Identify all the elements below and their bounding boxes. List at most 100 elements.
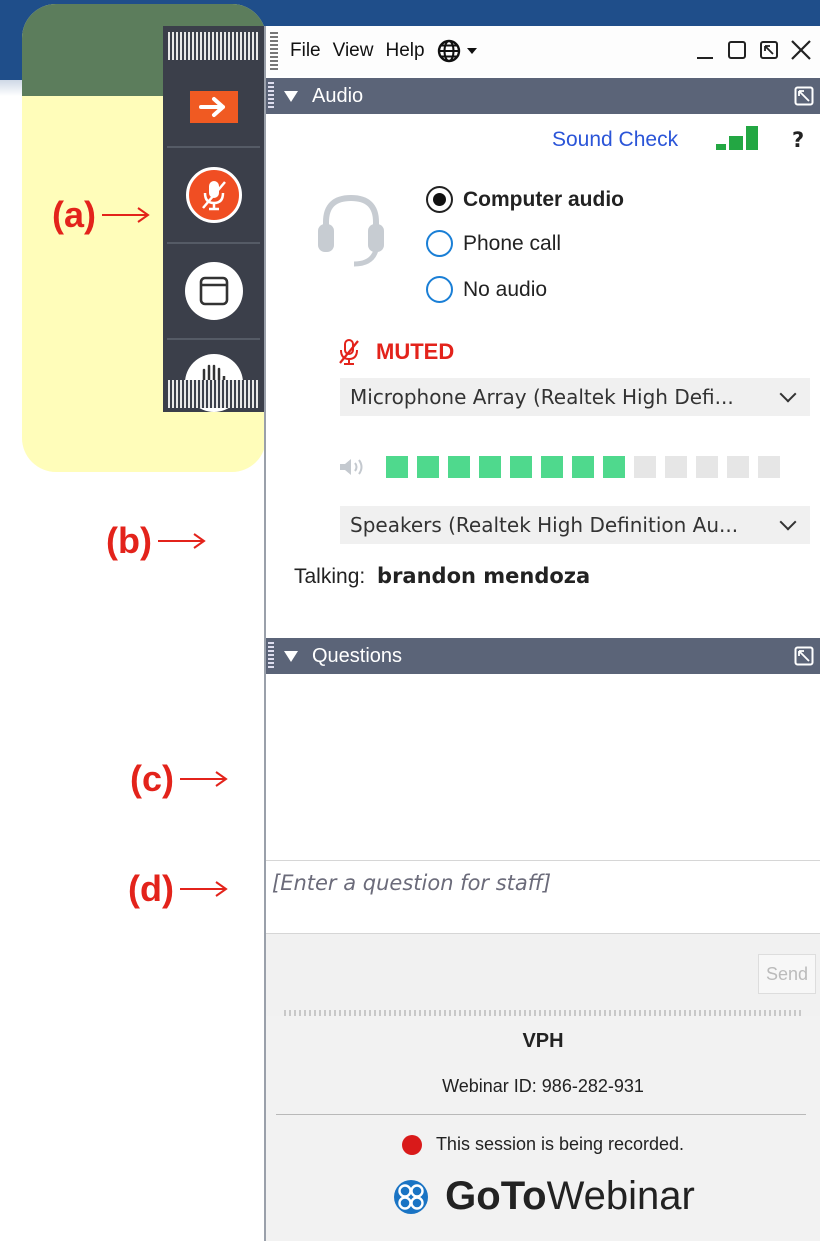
phone-call-label: Phone call — [463, 231, 562, 255]
radio-no-audio[interactable] — [426, 276, 453, 303]
question-input[interactable]: [Enter a question for staff] — [266, 860, 820, 934]
annotation-d-label: (d) — [128, 868, 174, 909]
annotation-c: (c) — [130, 758, 230, 800]
questions-section-header[interactable]: Questions — [266, 638, 820, 674]
caret-down-icon — [466, 48, 477, 54]
volume-bar — [479, 456, 501, 478]
maximize-icon — [728, 41, 746, 59]
volume-bar — [386, 456, 408, 478]
window-icon — [199, 276, 228, 306]
volume-bar — [603, 456, 625, 478]
radio-computer-audio[interactable] — [426, 186, 453, 213]
section-grip[interactable] — [268, 82, 274, 110]
volume-bar — [696, 456, 718, 478]
annotation-b-label: (b) — [106, 520, 152, 561]
language-menu[interactable] — [437, 38, 477, 64]
volume-bar — [758, 456, 780, 478]
minimize-icon — [697, 57, 713, 59]
webinar-id: Webinar ID: 986-282-931 — [442, 1076, 644, 1096]
sound-check-link[interactable]: Sound Check — [552, 128, 678, 152]
collapse-panel-button[interactable] — [163, 68, 264, 146]
gotowebinar-logo: GoTo Webinar — [266, 1174, 820, 1219]
send-button[interactable]: Send — [758, 954, 816, 994]
grab-tab — [163, 26, 264, 412]
screen-view-button[interactable] — [163, 244, 264, 338]
volume-bar — [634, 456, 656, 478]
no-audio-option[interactable]: No audio — [426, 276, 547, 303]
microphone-select[interactable]: Microphone Array (Realtek High Defi... — [340, 378, 810, 416]
section-popout-icon[interactable] — [794, 86, 814, 106]
speaker-icon — [340, 459, 363, 475]
audio-section-title: Audio — [312, 84, 364, 107]
chevron-down-icon — [779, 385, 797, 403]
talking-name: brandon mendoza — [377, 564, 591, 588]
section-popout-icon[interactable] — [794, 646, 814, 666]
menu-help[interactable]: Help — [385, 40, 424, 62]
questions-log — [266, 674, 820, 860]
audio-section-header[interactable]: Audio — [266, 78, 820, 114]
headset-icon — [318, 194, 384, 267]
control-panel: File View Help Audio Sound Check ? Compu… — [264, 26, 820, 1241]
microphone-muted-icon — [339, 339, 359, 365]
close-button[interactable] — [790, 36, 812, 62]
grab-tab-grip-bottom[interactable] — [168, 380, 258, 408]
speaker-volume-meter — [338, 456, 780, 478]
computer-audio-label: Computer audio — [463, 187, 624, 211]
popout-icon — [760, 41, 778, 59]
volume-bar — [448, 456, 470, 478]
collapse-triangle-icon[interactable] — [284, 650, 298, 662]
recording-notice: This session is being recorded. — [266, 1134, 820, 1155]
computer-audio-option[interactable]: Computer audio — [426, 186, 624, 213]
volume-bar — [727, 456, 749, 478]
volume-level-bars — [386, 456, 780, 478]
annotation-b: (b) — [106, 520, 208, 562]
arrow-right-icon — [157, 533, 206, 549]
annotation-c-label: (c) — [130, 758, 174, 799]
mute-status: MUTED — [338, 338, 454, 366]
questions-section-title: Questions — [312, 644, 403, 667]
session-footer: VPH Webinar ID: 986-282-931 This session… — [266, 1016, 820, 1241]
menubar: File View Help — [266, 26, 820, 76]
section-grip[interactable] — [268, 642, 274, 670]
brand-goto: GoTo — [445, 1174, 547, 1218]
brand-webinar: Webinar — [546, 1174, 695, 1218]
talking-label: Talking: — [294, 565, 366, 588]
annotation-d: (d) — [128, 868, 230, 910]
arrow-right-icon — [179, 881, 228, 897]
recording-text: This session is being recorded. — [435, 1134, 685, 1154]
annotation-a-label: (a) — [52, 194, 96, 235]
microphone-muted-icon — [201, 181, 226, 211]
volume-bar — [665, 456, 687, 478]
phone-call-option[interactable]: Phone call — [426, 230, 561, 257]
volume-bar — [510, 456, 532, 478]
microphone-select-value: Microphone Array (Realtek High Defi... — [350, 385, 734, 409]
radio-phone-call[interactable] — [426, 230, 453, 257]
close-icon — [791, 40, 811, 60]
maximize-button[interactable] — [726, 36, 748, 62]
talking-indicator: Talking: brandon mendoza — [294, 564, 590, 589]
collapse-triangle-icon[interactable] — [284, 90, 298, 102]
speaker-select-value: Speakers (Realtek High Definition Au... — [350, 513, 739, 537]
organizer-name: VPH — [522, 1030, 564, 1052]
speaker-select[interactable]: Speakers (Realtek High Definition Au... — [340, 506, 810, 544]
popout-button[interactable] — [758, 36, 780, 62]
recording-dot-icon — [401, 1134, 422, 1155]
send-area: Send — [266, 934, 820, 1016]
minimize-button[interactable] — [694, 36, 716, 62]
menu-view[interactable]: View — [333, 40, 374, 62]
help-button[interactable]: ? — [792, 128, 804, 152]
arrow-right-icon — [180, 771, 228, 787]
muted-label: MUTED — [376, 339, 455, 364]
menubar-grip[interactable] — [270, 32, 278, 70]
no-audio-label: No audio — [463, 277, 548, 301]
globe-icon — [437, 39, 460, 63]
gotowebinar-flower-icon — [394, 1179, 429, 1214]
grab-tab-grip-top[interactable] — [168, 32, 258, 60]
arrow-right-icon — [198, 97, 225, 117]
footer-divider — [276, 1114, 806, 1115]
menu-file[interactable]: File — [290, 40, 321, 62]
volume-bar — [572, 456, 594, 478]
arrow-right-icon — [102, 207, 150, 223]
microphone-toggle-button[interactable] — [163, 148, 264, 242]
chevron-down-icon — [779, 513, 797, 531]
